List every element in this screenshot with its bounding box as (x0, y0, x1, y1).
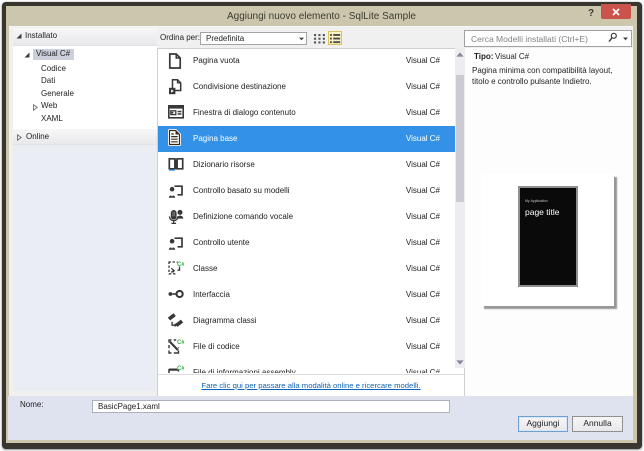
svg-text:C#: C# (177, 366, 184, 372)
svg-text:C#: C# (177, 262, 184, 268)
svg-text:C#: C# (177, 340, 184, 346)
